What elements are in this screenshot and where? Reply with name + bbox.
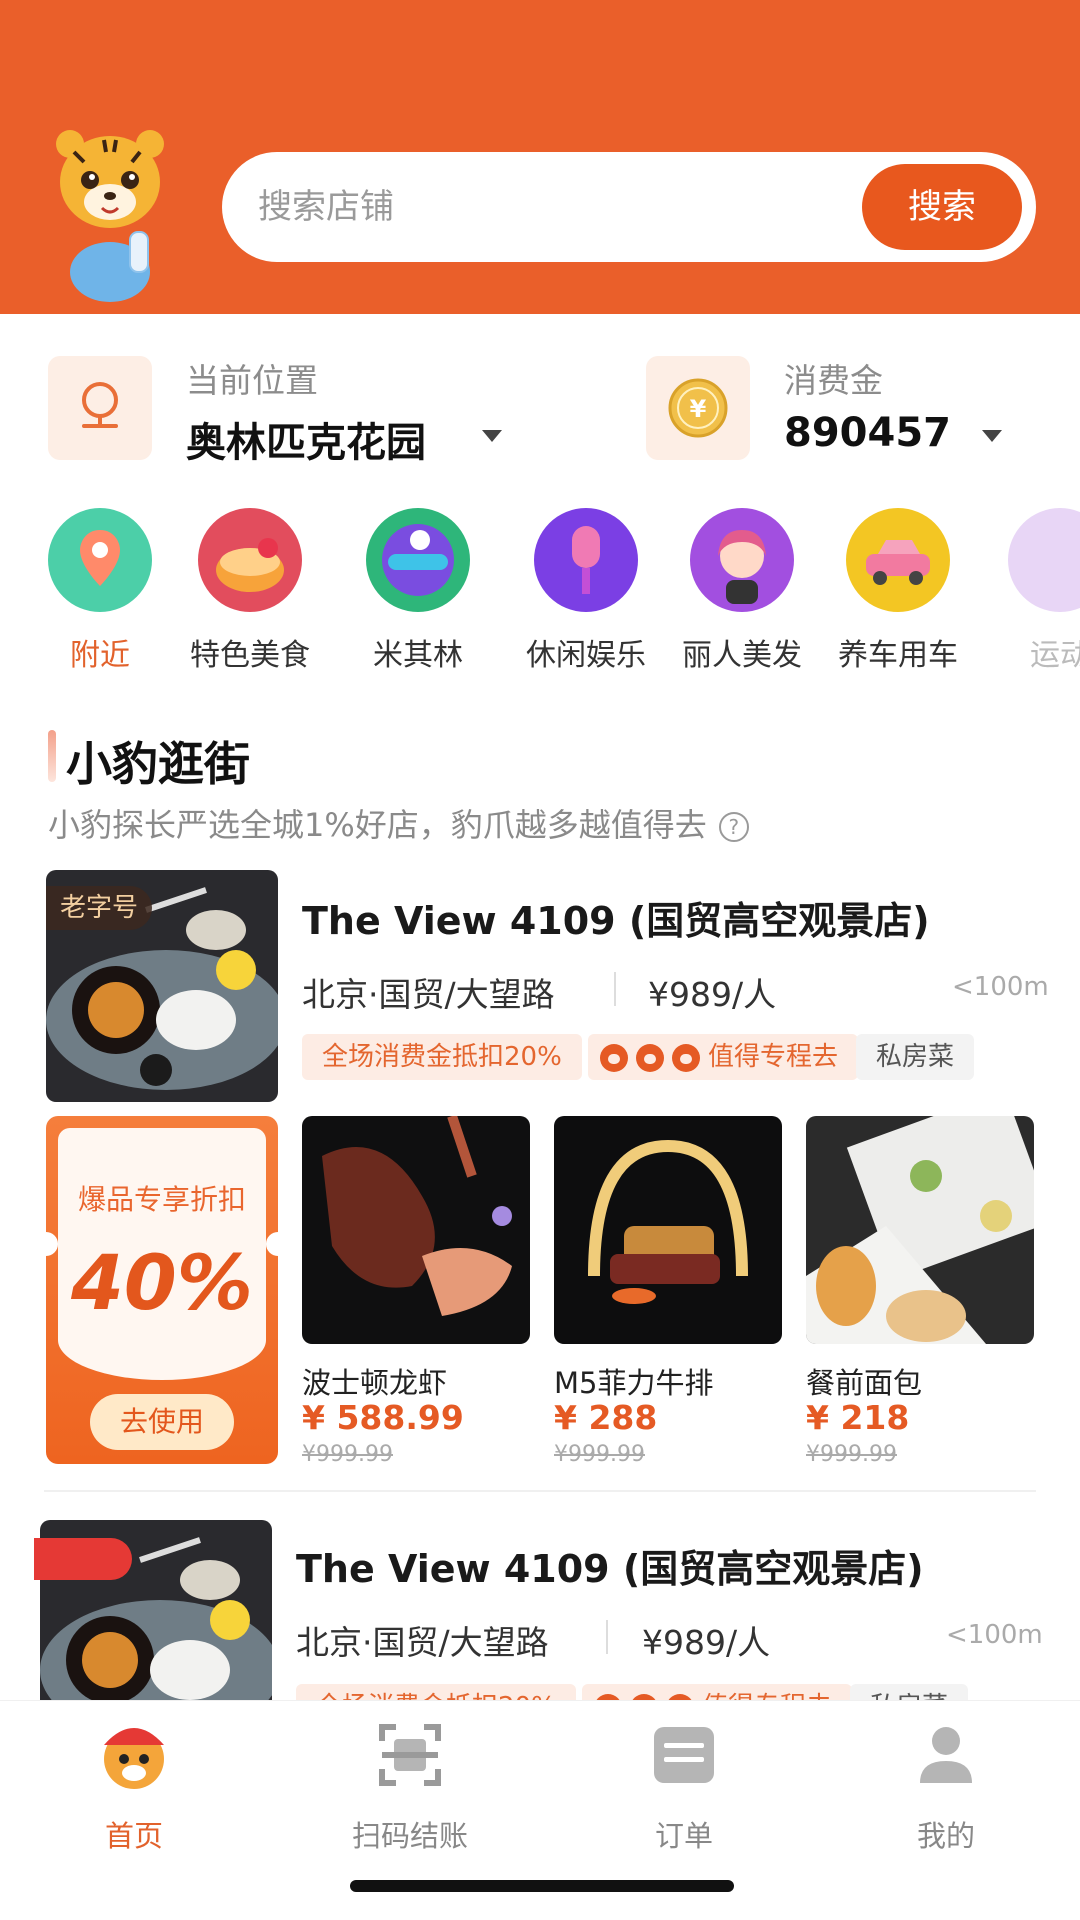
store-price: ¥989/人 [642, 1623, 771, 1662]
search-bar[interactable]: 搜索店铺 搜索 [222, 152, 1036, 262]
dish-image-lobster[interactable] [302, 1116, 530, 1344]
dish-price: ¥ 288 [554, 1398, 658, 1437]
tag-discount: 全场消费金抵扣20% [302, 1034, 582, 1080]
dish-name: 波士顿龙虾 [302, 1366, 448, 1400]
car-icon [846, 508, 950, 612]
microphone-icon [534, 508, 638, 612]
separator [614, 972, 616, 1006]
store-price: ¥989/人 [648, 975, 777, 1014]
category-entertainment[interactable]: 休闲娱乐 [506, 508, 666, 674]
category-car[interactable]: 养车用车 [818, 508, 978, 674]
beauty-girl-icon [690, 508, 794, 612]
nearby-pin-icon [48, 508, 152, 612]
search-input[interactable]: 搜索店铺 [258, 152, 394, 262]
svg-text:¥: ¥ [690, 395, 707, 423]
store-distance: <100m [946, 1620, 1043, 1650]
coupon-notch [266, 1232, 278, 1256]
store-address: 北京·国贸/大望路 [302, 975, 555, 1014]
dish-image-bread[interactable] [806, 1116, 1034, 1344]
dish-original-price: ¥999.99 [806, 1442, 897, 1467]
paw-icon [636, 1043, 664, 1072]
separator [606, 1620, 608, 1654]
help-icon[interactable]: ? [718, 812, 749, 842]
header: 搜索店铺 搜索 [0, 0, 1080, 314]
store-image[interactable]: 老字号 [46, 870, 278, 1102]
dish-name: M5菲力牛排 [554, 1366, 714, 1400]
card-divider [44, 1490, 1036, 1492]
order-icon [644, 1715, 724, 1795]
coupon-card[interactable]: 爆品专享折扣 40% 去使用 [46, 1116, 278, 1464]
search-button[interactable]: 搜索 [862, 164, 1022, 250]
scan-icon [370, 1715, 450, 1795]
tag-worth-visit: 值得专程去 [588, 1034, 859, 1080]
points-label: 消费金 [784, 361, 883, 400]
home-tiger-icon [94, 1715, 174, 1795]
coupon-notch [46, 1232, 58, 1256]
dish-price: ¥ 218 [806, 1398, 910, 1437]
store-name[interactable]: The View 4109 (国贸高空观景店) [302, 890, 930, 945]
category-michelin[interactable]: 米其林 [338, 508, 498, 674]
tiger-mascot-icon [44, 122, 176, 302]
points-dropdown-icon[interactable] [982, 430, 1002, 442]
paw-icon [600, 1043, 628, 1072]
category-nearby[interactable]: 附近 [20, 508, 180, 674]
coupon-inner: 爆品专享折扣 40% [58, 1128, 266, 1380]
store-badge-redacted [34, 1538, 132, 1580]
coin-icon: ¥ [646, 356, 750, 460]
store-badge: 老字号 [46, 886, 153, 930]
store-distance: <100m [952, 972, 1049, 1002]
section-subtitle: 小豹探长严选全城1%好店，豹爪越多越值得去? [48, 800, 749, 846]
category-beauty[interactable]: 丽人美发 [662, 508, 822, 674]
location-dropdown-icon[interactable] [482, 430, 502, 442]
category-sport[interactable]: 运动 [980, 508, 1080, 674]
location-value[interactable]: 奥林匹克花园 [186, 410, 426, 468]
location-label: 当前位置 [186, 361, 318, 400]
store-address: 北京·国贸/大望路 [296, 1623, 549, 1662]
dish-original-price: ¥999.99 [302, 1442, 393, 1467]
home-indicator [350, 1880, 734, 1892]
category-food[interactable]: 特色美食 [170, 508, 330, 674]
coupon-use-button[interactable]: 去使用 [90, 1394, 234, 1450]
dish-name: 餐前面包 [806, 1366, 923, 1400]
sport-icon [1008, 508, 1080, 612]
paw-icon [672, 1043, 700, 1072]
section-accent-bar [48, 730, 56, 782]
points-value[interactable]: 890457 [784, 410, 951, 456]
category-row: 附近 特色美食 米其林 休闲娱乐 丽人美发 养车用车 运动 [0, 508, 1080, 678]
tag-cuisine: 私房菜 [856, 1034, 975, 1080]
dish-price: ¥ 588.99 [302, 1398, 464, 1437]
food-icon [198, 508, 302, 612]
dish-original-price: ¥999.99 [554, 1442, 645, 1467]
coupon-title: 爆品专享折扣 [77, 1183, 246, 1216]
user-icon [906, 1715, 986, 1795]
dish-image-steak[interactable] [554, 1116, 782, 1344]
michelin-icon [366, 508, 470, 612]
coupon-percent: 40% [71, 1238, 253, 1327]
section-title: 小豹逛街 [66, 737, 250, 791]
location-pin-icon[interactable] [48, 356, 152, 460]
store-name[interactable]: The View 4109 (国贸高空观景店) [296, 1538, 924, 1593]
